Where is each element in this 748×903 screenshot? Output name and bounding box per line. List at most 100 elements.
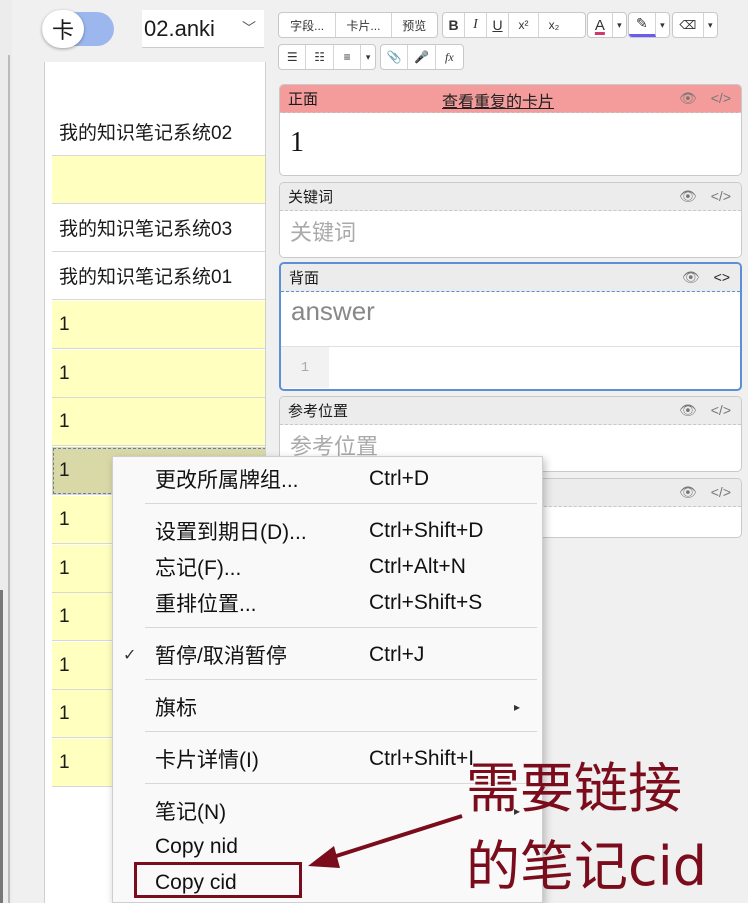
- eraser-icon[interactable]: ⌫: [673, 13, 704, 37]
- field-keywords-editor[interactable]: 关键词: [280, 211, 741, 251]
- menu-item-label: 忘记(F)...: [155, 557, 242, 580]
- field-front-editor[interactable]: 1: [280, 113, 741, 163]
- table-cell: 我的知识笔记系统02: [59, 123, 233, 144]
- eye-icon[interactable]: 👁: [679, 484, 697, 501]
- show-duplicates-link[interactable]: 查看重复的卡片: [442, 88, 554, 112]
- field-label: 关键词: [288, 189, 334, 206]
- table-row[interactable]: 1: [52, 350, 265, 398]
- text-color-group: A ▾: [587, 12, 627, 38]
- subscript-icon[interactable]: x₂: [539, 13, 569, 37]
- eraser-group: ⌫ ▾: [672, 12, 718, 38]
- eye-icon[interactable]: 👁: [679, 188, 697, 205]
- menu-item-label: 重排位置...: [155, 593, 257, 616]
- italic-icon[interactable]: I: [465, 13, 487, 37]
- menu-item-shortcut: Ctrl+J: [369, 643, 425, 666]
- attachment-icon[interactable]: 📎: [381, 45, 409, 69]
- numbered-list-icon[interactable]: ☷: [306, 45, 334, 69]
- html-editor[interactable]: 1: [281, 346, 740, 388]
- menu-item-shortcut: Ctrl+Shift+I: [369, 747, 475, 770]
- table-cell: 1: [59, 654, 70, 676]
- eye-icon[interactable]: 👁: [679, 90, 697, 107]
- field-front: 正面 查看重复的卡片 👁 </> 1: [279, 84, 742, 176]
- code-icon[interactable]: </>: [711, 484, 731, 501]
- code-icon[interactable]: </>: [711, 90, 731, 107]
- menu-item-toggle-suspend[interactable]: ✓ 暂停/取消暂停 Ctrl+J: [113, 637, 542, 673]
- chevron-down-icon[interactable]: ▾: [704, 13, 717, 37]
- menu-item-forget[interactable]: 忘记(F)... Ctrl+Alt+N: [113, 549, 542, 585]
- field-back-header: 背面 👁 <>: [281, 264, 740, 292]
- menu-item-label: 笔记(N): [155, 801, 227, 824]
- table-cell: 1: [59, 702, 70, 724]
- align-icon[interactable]: ≡: [334, 45, 362, 69]
- field-label: 参考位置: [288, 403, 349, 420]
- menu-item-label: Copy nid: [155, 835, 238, 858]
- microphone-icon[interactable]: 🎤: [408, 45, 436, 69]
- check-icon: ✓: [123, 647, 137, 664]
- table-cell: 1: [59, 605, 70, 627]
- highlight-group: ✎ ▾: [628, 12, 670, 38]
- mode-toggle-knob[interactable]: 卡: [42, 10, 84, 48]
- menu-item-set-due-date[interactable]: 设置到期日(D)... Ctrl+Shift+D: [113, 513, 542, 549]
- table-row[interactable]: 1: [52, 301, 265, 349]
- underline-icon[interactable]: U: [487, 13, 509, 37]
- highlight-icon[interactable]: ✎: [629, 13, 656, 37]
- menu-separator: [145, 679, 537, 680]
- table-row[interactable]: 我的知识笔记系统03: [52, 204, 265, 252]
- annotation-text-line2: 的笔记cid: [466, 835, 707, 898]
- chevron-down-icon[interactable]: ▾: [656, 13, 669, 37]
- menu-item-label: 设置到期日(D)...: [155, 521, 307, 544]
- menu-item-label: 更改所属牌组...: [155, 469, 299, 492]
- bullet-list-icon[interactable]: ☰: [279, 45, 307, 69]
- chevron-down-icon[interactable]: ▾: [361, 45, 375, 69]
- table-cell: 1: [59, 459, 70, 481]
- text-color-icon[interactable]: A: [588, 13, 613, 37]
- field-label: 背面: [289, 270, 320, 287]
- superscript-icon[interactable]: x²: [509, 13, 539, 37]
- preview-button[interactable]: 预览: [392, 13, 437, 37]
- code-icon[interactable]: </>: [711, 402, 731, 419]
- menu-item-shortcut: Ctrl+D: [369, 467, 430, 490]
- code-icon[interactable]: </>: [711, 188, 731, 205]
- editor-top-buttons: 字段... 卡片... 预览: [278, 12, 438, 38]
- eye-icon[interactable]: 👁: [682, 269, 700, 286]
- menu-item-shortcut: Ctrl+Alt+N: [369, 555, 466, 578]
- table-cell: 1: [59, 410, 70, 432]
- table-row[interactable]: [52, 156, 265, 204]
- annotation-highlight-box: [134, 862, 302, 898]
- fields-button[interactable]: 字段...: [279, 13, 337, 37]
- menu-item-label: 旗标: [155, 697, 197, 720]
- field-front-header: 正面 查看重复的卡片 👁 </>: [280, 85, 741, 113]
- table-cell: 1: [59, 557, 70, 579]
- chevron-down-icon: ﹀: [242, 20, 256, 36]
- mode-toggle-label: 卡: [51, 18, 74, 43]
- formula-icon[interactable]: fx: [436, 45, 463, 69]
- cards-button[interactable]: 卡片...: [336, 13, 392, 37]
- menu-item-flag[interactable]: 旗标 ▸: [113, 689, 542, 725]
- field-back: 背面 👁 <> answer 1: [279, 262, 742, 391]
- line-number: 1: [281, 347, 329, 388]
- annotation-text-line1: 需要链接: [466, 757, 682, 820]
- menu-item-label: 暂停/取消暂停: [155, 645, 287, 668]
- chevron-down-icon[interactable]: ▾: [613, 13, 626, 37]
- media-buttons: 📎 🎤 fx: [380, 44, 464, 70]
- field-keywords: 关键词 👁 </> 关键词: [279, 182, 742, 258]
- code-toggle-icon[interactable]: <>: [714, 269, 730, 286]
- table-cell: 1: [59, 313, 70, 335]
- menu-separator: [145, 731, 537, 732]
- table-cell: 1: [59, 362, 70, 384]
- table-row[interactable]: 我的知识笔记系统01: [52, 252, 265, 300]
- field-back-editor[interactable]: answer: [281, 292, 740, 331]
- bold-icon[interactable]: B: [443, 13, 465, 37]
- table-cell: 我的知识笔记系统03: [59, 219, 233, 240]
- menu-item-reposition[interactable]: 重排位置... Ctrl+Shift+S: [113, 585, 542, 621]
- table-row[interactable]: 1: [52, 398, 265, 446]
- deck-select[interactable]: 02.anki ﹀: [142, 10, 264, 48]
- deck-select-value: 02.anki: [144, 15, 215, 41]
- submenu-arrow-icon: ▸: [513, 700, 520, 714]
- field-reference-header: 参考位置 👁 </>: [280, 397, 741, 425]
- table-row[interactable]: 我的知识笔记系统02: [52, 108, 265, 156]
- eye-icon[interactable]: 👁: [679, 402, 697, 419]
- menu-item-change-deck[interactable]: 更改所属牌组... Ctrl+D: [113, 461, 542, 497]
- scrollbar[interactable]: [0, 590, 3, 903]
- field-keywords-header: 关键词 👁 </>: [280, 183, 741, 211]
